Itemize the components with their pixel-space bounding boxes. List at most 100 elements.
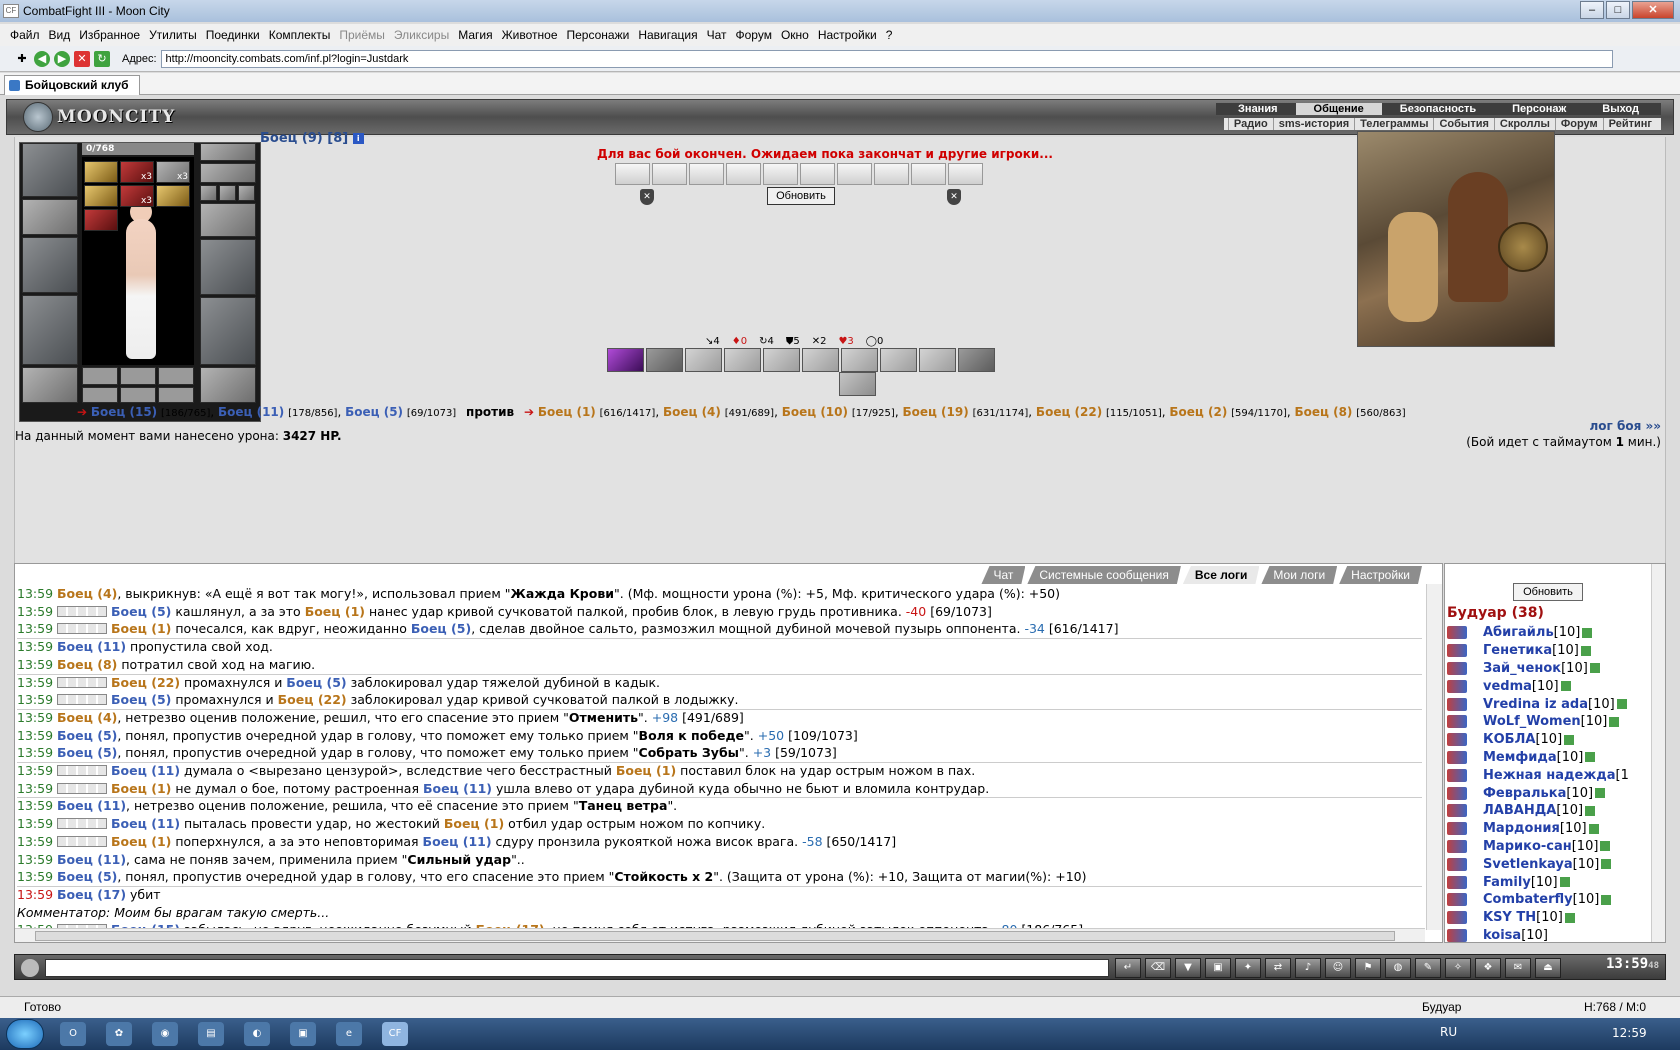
skill-icon[interactable] <box>919 348 956 372</box>
bracelet-slot[interactable] <box>22 199 78 235</box>
opera-icon[interactable]: O <box>60 1022 86 1046</box>
scroll-slot-7[interactable] <box>84 209 118 231</box>
skill-icon[interactable] <box>841 348 878 372</box>
skill-icon[interactable] <box>880 348 917 372</box>
room-refresh-button[interactable]: Обновить <box>1513 583 1583 601</box>
rune-slot-3[interactable] <box>158 367 194 385</box>
header-sms-history[interactable]: sms-история <box>1272 118 1354 130</box>
scroll-slot-4[interactable] <box>84 185 118 207</box>
tab-all-logs[interactable]: Все логи <box>1183 566 1260 584</box>
menu-sets[interactable]: Комплекты <box>269 28 331 42</box>
list-item[interactable]: Мардония [10] <box>1447 820 1647 838</box>
skill-icon[interactable] <box>958 348 995 372</box>
team1-member[interactable]: Боец (11) <box>218 405 284 419</box>
gloves-slot[interactable] <box>200 203 256 237</box>
tab-chat-settings[interactable]: Настройки <box>1339 566 1422 584</box>
ring-slot-1[interactable] <box>200 185 217 201</box>
skill-icon[interactable] <box>607 348 644 372</box>
language-indicator[interactable]: RU <box>1440 1025 1457 1039</box>
team2-member[interactable]: Боец (19) <box>902 405 968 419</box>
sound-icon[interactable]: ♪ <box>1295 958 1321 978</box>
armor-slot[interactable] <box>22 295 78 365</box>
menu-duels[interactable]: Поединки <box>206 28 260 42</box>
list-item[interactable]: koisa [10] <box>1447 927 1647 942</box>
list-item[interactable]: Февралька [10] <box>1447 784 1647 802</box>
menu-navigation[interactable]: Навигация <box>638 28 697 42</box>
menu-magic[interactable]: Магия <box>458 28 492 42</box>
rune-slot-1[interactable] <box>82 367 118 385</box>
header-scrolls[interactable]: Скроллы <box>1493 118 1555 130</box>
list-item[interactable]: ЛАВАНДА [10] <box>1447 802 1647 820</box>
list-item[interactable]: Svetlenkaya [10] <box>1447 855 1647 873</box>
header-communication[interactable]: Общение <box>1295 103 1382 115</box>
header-rating[interactable]: Рейтинг <box>1602 118 1657 130</box>
flag-icon[interactable]: ⚑ <box>1355 958 1381 978</box>
trap-icon[interactable]: ❖ <box>1475 958 1501 978</box>
monitor-icon[interactable]: ▣ <box>1205 958 1231 978</box>
menu-chat[interactable]: Чат <box>707 28 727 42</box>
rune-slot-6[interactable] <box>158 387 194 403</box>
list-item[interactable]: Генетика [10] <box>1447 642 1647 660</box>
list-item[interactable]: Vredina iz ada [10] <box>1447 695 1647 713</box>
chat-vertical-scrollbar[interactable] <box>1426 584 1442 930</box>
menu-pet[interactable]: Животное <box>502 28 558 42</box>
team2-member[interactable]: Боец (2) <box>1169 405 1227 419</box>
back-icon[interactable]: ◀ <box>34 50 50 67</box>
stop-icon[interactable]: ✕ <box>74 50 90 67</box>
scroll-slot-2[interactable]: x3 <box>120 161 154 183</box>
team1-member[interactable]: Боец (5) <box>345 405 403 419</box>
weapon-left-slot[interactable] <box>22 237 78 293</box>
smiley-icon[interactable]: ☺ <box>1325 958 1351 978</box>
eraser-icon[interactable]: ⌫ <box>1145 958 1171 978</box>
skill-icon[interactable] <box>802 348 839 372</box>
app-icon[interactable]: ◐ <box>244 1022 270 1046</box>
tab-chat[interactable]: Чат <box>981 566 1025 584</box>
minimize-button[interactable]: – <box>1580 1 1604 19</box>
header-events[interactable]: События <box>1433 118 1493 130</box>
app-icon[interactable]: ◉ <box>152 1022 178 1046</box>
skill-icon[interactable] <box>685 348 722 372</box>
battle-refresh-button[interactable]: Обновить <box>767 187 835 205</box>
team2-member[interactable]: Боец (10) <box>782 405 848 419</box>
tab-system-messages[interactable]: Системные сообщения <box>1027 566 1181 584</box>
scroll-slot-5[interactable]: x3 <box>120 185 154 207</box>
address-input[interactable]: http://mooncity.combats.com/inf.pl?login… <box>160 49 1613 68</box>
forward-icon[interactable]: ▶ <box>54 50 70 67</box>
ie-icon[interactable]: e <box>336 1022 362 1046</box>
info-icon[interactable]: i <box>352 133 364 144</box>
weapon-right-slot[interactable] <box>200 239 256 295</box>
boots-slot[interactable] <box>200 367 256 403</box>
chat-input[interactable] <box>45 959 1109 977</box>
menu-favorites[interactable]: Избранное <box>79 28 140 42</box>
header-security[interactable]: Безопасность <box>1382 103 1494 115</box>
menu-view[interactable]: Вид <box>49 28 71 42</box>
bag-icon[interactable]: ◍ <box>1385 958 1411 978</box>
tab-fight-club[interactable]: Бойцовский клуб <box>4 75 140 95</box>
menu-settings[interactable]: Настройки <box>818 28 877 42</box>
tab-my-logs[interactable]: Мои логи <box>1261 566 1337 584</box>
fighter-icon[interactable]: ✦ <box>1235 958 1261 978</box>
chat-horizontal-scrollbar[interactable] <box>15 928 1425 942</box>
pin-icon[interactable]: ✚ <box>14 51 30 67</box>
skill-icon[interactable] <box>763 348 800 372</box>
system-clock[interactable]: 12:59 <box>1612 1026 1647 1040</box>
battle-log-link[interactable]: лог боя »» <box>1590 419 1662 433</box>
exit-icon[interactable]: ⏏ <box>1535 958 1561 978</box>
amulet-slot[interactable] <box>200 163 256 183</box>
list-item[interactable]: Марико-сан [10] <box>1447 838 1647 856</box>
rune-slot-2[interactable] <box>120 367 156 385</box>
rune-slot-5[interactable] <box>120 387 156 403</box>
list-item[interactable]: Нежная надежда [1 <box>1447 766 1647 784</box>
team2-member[interactable]: Боец (4) <box>663 405 721 419</box>
header-forum[interactable]: Форум <box>1554 118 1603 130</box>
ring-slot-2[interactable] <box>219 185 236 201</box>
rune-slot-4[interactable] <box>82 387 118 403</box>
belt-slot[interactable] <box>22 367 78 403</box>
magic-icon[interactable]: ✧ <box>1445 958 1471 978</box>
header-character[interactable]: Персонаж <box>1494 103 1584 115</box>
reload-icon[interactable]: ↻ <box>94 50 110 67</box>
list-item[interactable]: KSY TH [10] <box>1447 909 1647 927</box>
header-knowledge[interactable]: Знания <box>1220 103 1295 115</box>
close-button[interactable]: ✕ <box>1632 1 1674 19</box>
skill-icon[interactable] <box>839 372 876 396</box>
